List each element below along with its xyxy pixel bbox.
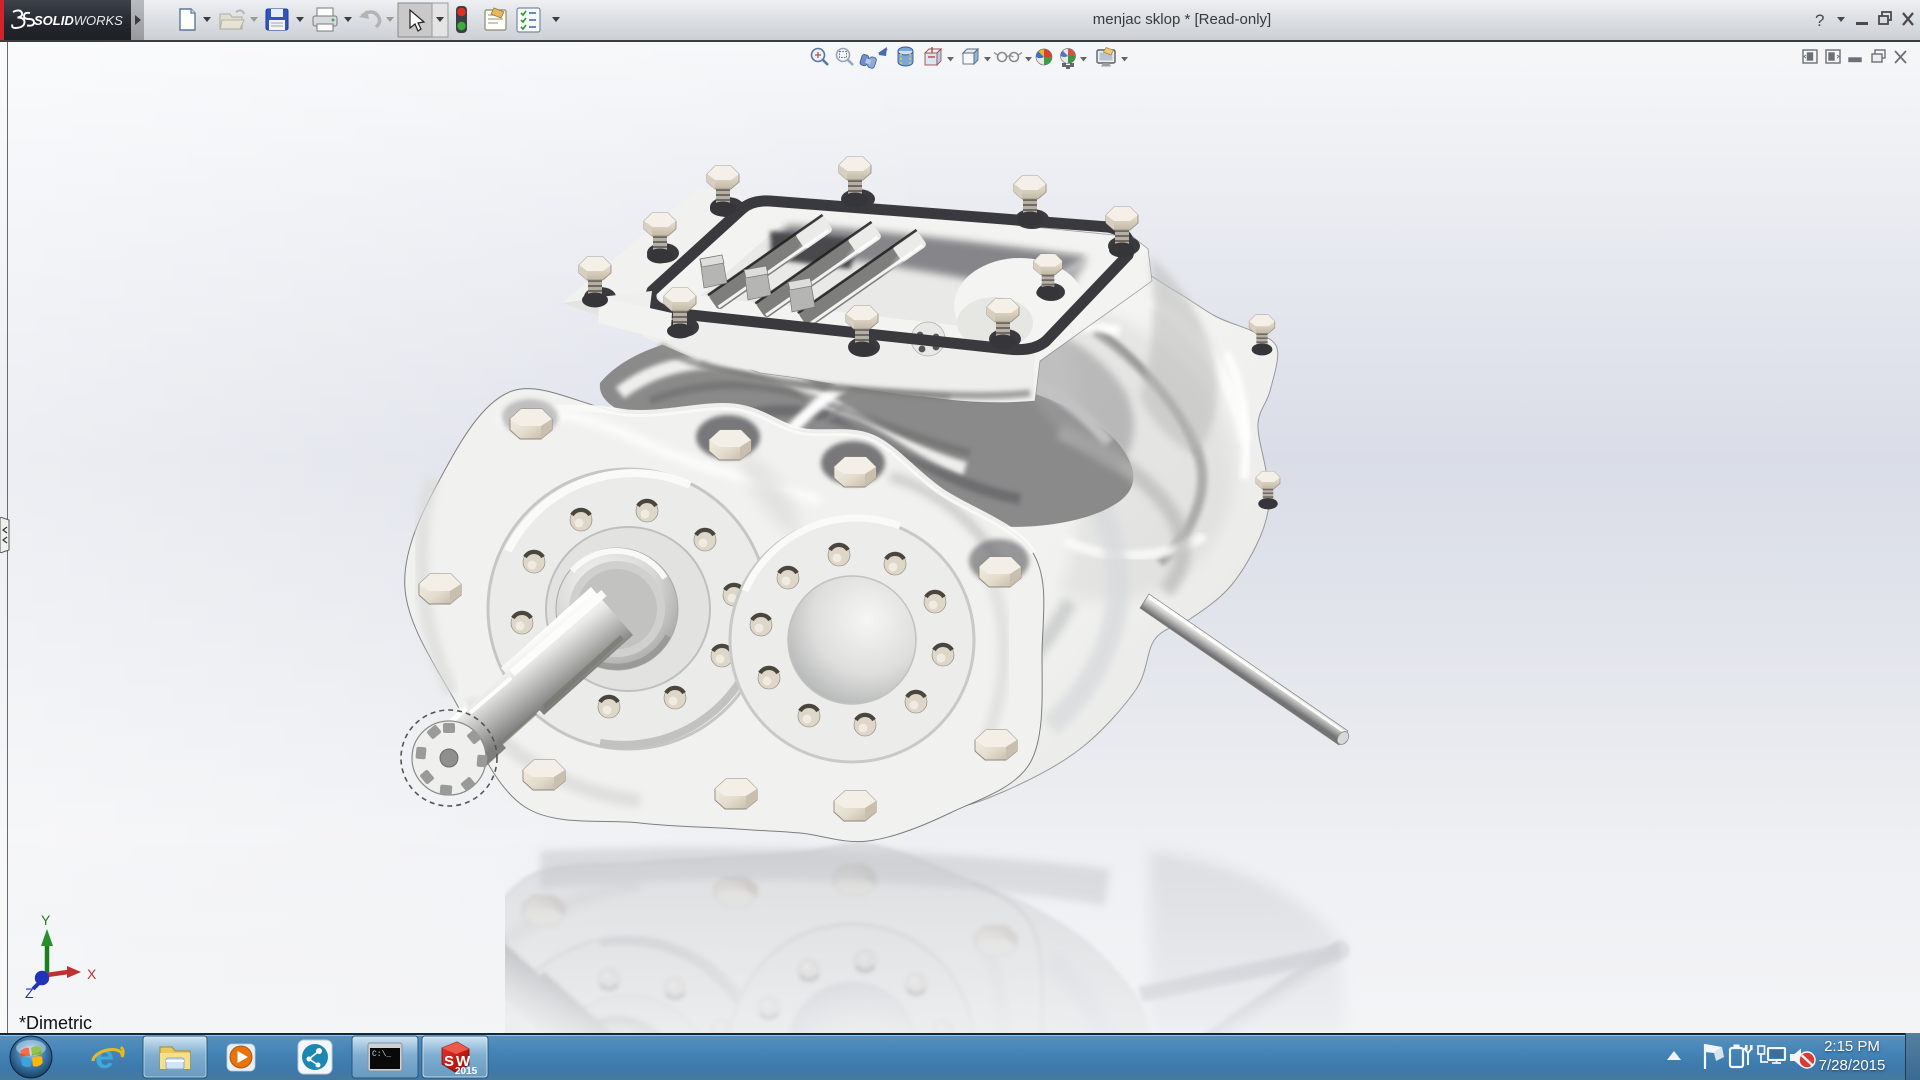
svg-text:Y: Y — [41, 912, 51, 928]
svg-text:?: ? — [1815, 11, 1824, 30]
svg-text:SOLIDWORKS: SOLIDWORKS — [34, 13, 123, 28]
svg-text:e: e — [95, 1038, 114, 1076]
svg-text:X: X — [87, 966, 97, 982]
svg-text:Z: Z — [25, 985, 34, 1001]
svg-text:2015: 2015 — [455, 1066, 478, 1077]
svg-text:C:\_: C:\_ — [372, 1050, 391, 1059]
svg-text:S: S — [444, 1053, 454, 1070]
